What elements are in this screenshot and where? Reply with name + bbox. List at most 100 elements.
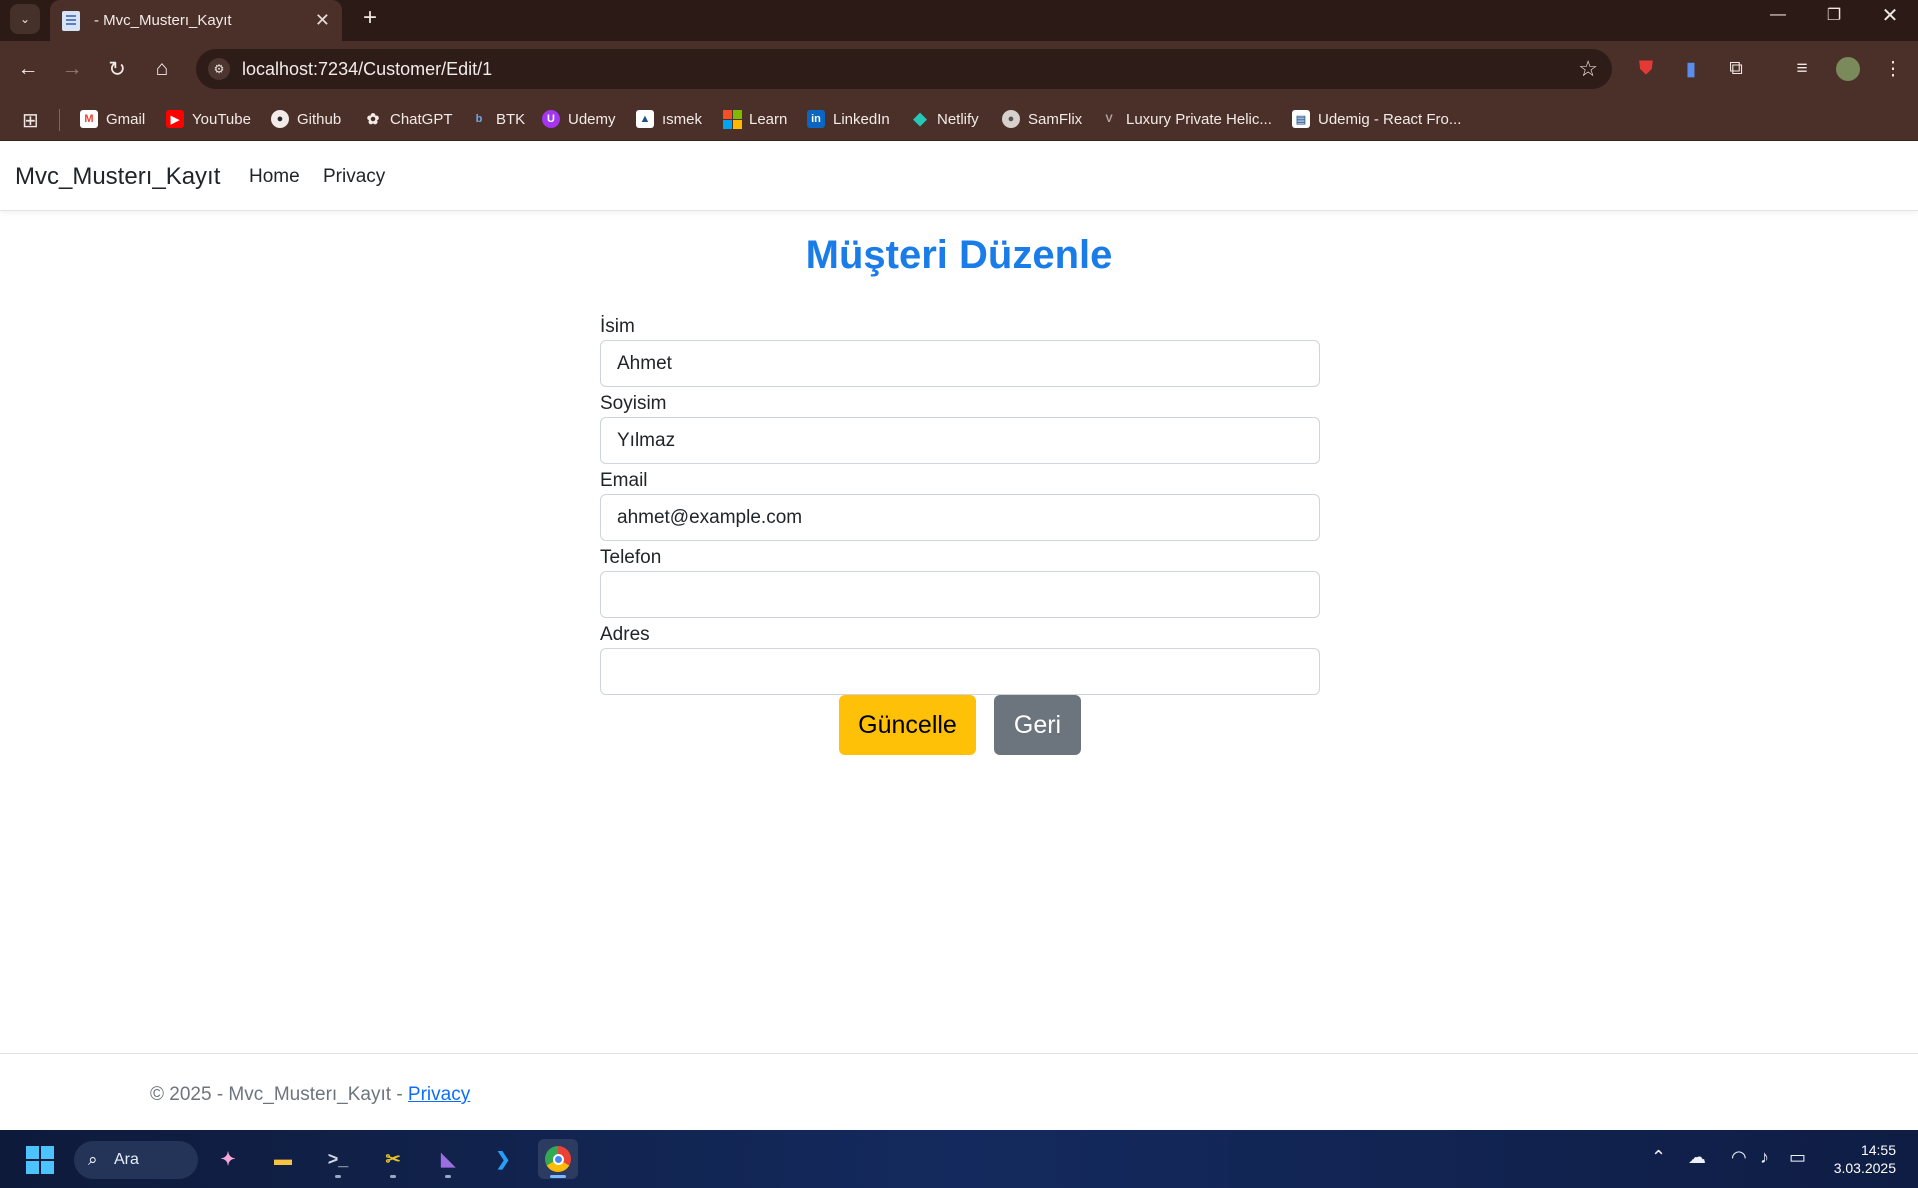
extensions-puzzle-icon[interactable]: ⧉ xyxy=(1721,54,1751,84)
bookmark-samflix[interactable]: ● SamFlix xyxy=(1002,97,1082,141)
bookmark-learn[interactable]: Learn xyxy=(722,97,788,141)
address-input[interactable] xyxy=(600,648,1320,695)
tab-title: - Mvc_Musterı_Kayıt xyxy=(94,12,232,29)
tab-search-chevron-icon[interactable]: ⌄ xyxy=(10,4,40,34)
volume-icon[interactable]: ♪ xyxy=(1760,1147,1769,1168)
visual-studio-icon[interactable]: ◣ xyxy=(428,1139,468,1179)
bookmark-label: Netlify xyxy=(937,110,979,128)
linkedin-icon: in xyxy=(807,110,825,128)
address-label: Adres xyxy=(600,624,650,645)
last-name-label: Soyisim xyxy=(600,393,667,414)
reload-icon[interactable]: ↻ xyxy=(101,53,133,85)
update-button[interactable]: Güncelle xyxy=(839,695,976,755)
ismek-icon: ▲ xyxy=(636,110,654,128)
bookmark-github[interactable]: ● Github xyxy=(271,97,341,141)
address-bar[interactable]: ⚙ localhost:7234/Customer/Edit/1 ☆ xyxy=(196,49,1612,89)
docs-extension-icon[interactable]: ▮ xyxy=(1676,54,1706,84)
minimize-window-icon[interactable]: — xyxy=(1750,0,1806,30)
browser-tabstrip: ⌄ - Mvc_Musterı_Kayıt ✕ + — ❐ ✕ xyxy=(0,0,1918,41)
search-icon: ⌕ xyxy=(88,1150,98,1169)
udemy-icon: U xyxy=(542,110,560,128)
new-tab-plus-icon[interactable]: + xyxy=(354,2,386,34)
bookmark-label: Udemy xyxy=(568,110,616,128)
site-info-icon[interactable]: ⚙ xyxy=(208,58,230,80)
first-name-label: İsim xyxy=(600,316,635,337)
phone-input[interactable] xyxy=(600,571,1320,618)
file-explorer-icon[interactable]: ▬ xyxy=(263,1139,303,1179)
bookmarks-bar: ⊞ M Gmail ▶ YouTube ● Github ✿ ChatGPT b… xyxy=(0,97,1918,141)
last-name-input[interactable] xyxy=(600,417,1320,464)
clock-date: 3.03.2025 xyxy=(1833,1160,1896,1176)
bookmark-label: Luxury Private Helic... xyxy=(1126,110,1272,128)
forward-arrow-icon[interactable]: → xyxy=(56,53,88,85)
github-icon: ● xyxy=(271,110,289,128)
tray-overflow-chevron-icon[interactable]: ⌃ xyxy=(1651,1147,1666,1168)
restore-window-icon[interactable]: ❐ xyxy=(1806,0,1862,30)
site-footer: © 2025 - Mvc_Musterı_Kayıt - Privacy xyxy=(0,1053,1918,1130)
bookmark-label: LinkedIn xyxy=(833,110,890,128)
bookmark-netlify[interactable]: ◆ Netlify xyxy=(911,97,979,141)
footer-copyright: © 2025 - Mvc_Musterı_Kayıt - xyxy=(150,1084,408,1105)
close-window-icon[interactable]: ✕ xyxy=(1862,0,1918,30)
windows-taskbar: ⌕ Ara ✦ ▬ >_ ✂ ◣ ❯ ⌃ ☁ ◠ ♪ ▭ 14:55 3.03.… xyxy=(0,1130,1918,1188)
bookmark-ismek[interactable]: ▲ ısmek xyxy=(636,97,702,141)
address-url[interactable]: localhost:7234/Customer/Edit/1 xyxy=(242,59,492,80)
apps-grid-icon[interactable]: ⊞ xyxy=(22,108,39,133)
nav-home-link[interactable]: Home xyxy=(249,166,300,188)
phone-label: Telefon xyxy=(600,547,662,568)
udemig-icon: ▤ xyxy=(1292,110,1310,128)
bookmark-luxury-helicopter[interactable]: V Luxury Private Helic... xyxy=(1100,97,1272,141)
page-favicon-icon xyxy=(62,10,80,31)
taskbar-search[interactable]: ⌕ Ara xyxy=(74,1141,198,1179)
copilot-icon[interactable]: ✦ xyxy=(208,1139,248,1179)
footer-privacy-link[interactable]: Privacy xyxy=(408,1084,470,1105)
site-brand[interactable]: Mvc_Musterı_Kayıt xyxy=(15,163,220,191)
microsoft-learn-icon xyxy=(722,110,742,129)
bookmark-label: Udemig - React Fro... xyxy=(1318,110,1462,128)
first-name-input[interactable] xyxy=(600,340,1320,387)
bookmarks-divider xyxy=(59,109,60,131)
adblock-extension-icon[interactable]: ⛊ xyxy=(1631,54,1661,84)
chatgpt-icon: ✿ xyxy=(366,111,380,128)
bookmark-udemig[interactable]: ▤ Udemig - React Fro... xyxy=(1292,97,1461,141)
bookmark-btk[interactable]: b BTK xyxy=(470,97,526,141)
back-button[interactable]: Geri xyxy=(994,695,1081,755)
media-control-icon[interactable]: ≡ xyxy=(1787,54,1817,84)
gmail-icon: M xyxy=(80,110,98,128)
bookmark-label: SamFlix xyxy=(1028,110,1083,128)
back-arrow-icon[interactable]: ← xyxy=(12,53,44,85)
tab-close-icon[interactable]: ✕ xyxy=(315,10,330,31)
bookmark-label: ısmek xyxy=(662,110,703,128)
bookmark-gmail[interactable]: M Gmail xyxy=(80,97,145,141)
bookmark-label: Github xyxy=(297,110,342,128)
terminal-icon[interactable]: >_ xyxy=(318,1139,358,1179)
site-navbar: Mvc_Musterı_Kayıt Home Privacy xyxy=(0,141,1918,211)
taskbar-clock[interactable]: 14:55 3.03.2025 xyxy=(1834,1141,1896,1177)
bookmark-udemy[interactable]: U Udemy xyxy=(542,97,616,141)
email-input[interactable] xyxy=(600,494,1320,541)
bookmark-label: Learn xyxy=(749,110,788,128)
browser-menu-icon[interactable]: ⋮ xyxy=(1878,54,1908,84)
onedrive-icon[interactable]: ☁ xyxy=(1688,1147,1706,1168)
windows-start-icon[interactable] xyxy=(26,1146,54,1174)
vscode-icon[interactable]: ❯ xyxy=(483,1139,523,1179)
nav-privacy-link[interactable]: Privacy xyxy=(323,166,385,188)
bookmark-label: Gmail xyxy=(106,110,146,128)
bookmark-youtube[interactable]: ▶ YouTube xyxy=(166,97,251,141)
footer-text: © 2025 - Mvc_Musterı_Kayıt - Privacy xyxy=(150,1084,470,1106)
bookmark-linkedin[interactable]: in LinkedIn xyxy=(807,97,890,141)
profile-avatar[interactable] xyxy=(1833,54,1863,84)
wifi-icon[interactable]: ◠ xyxy=(1731,1147,1747,1168)
youtube-icon: ▶ xyxy=(166,110,184,128)
browser-tab-active[interactable]: - Mvc_Musterı_Kayıt ✕ xyxy=(50,0,342,41)
home-icon[interactable]: ⌂ xyxy=(146,53,178,85)
bookmark-chatgpt[interactable]: ✿ ChatGPT xyxy=(364,97,453,141)
email-label: Email xyxy=(600,470,648,491)
bookmark-star-icon[interactable]: ☆ xyxy=(1578,56,1598,82)
battery-icon[interactable]: ▭ xyxy=(1789,1147,1806,1168)
helicopter-icon: V xyxy=(1105,113,1113,125)
snipping-tool-icon[interactable]: ✂ xyxy=(373,1139,413,1179)
chrome-icon[interactable] xyxy=(538,1139,578,1179)
netlify-icon: ◆ xyxy=(913,109,927,128)
page-title: Müşteri Düzenle xyxy=(805,233,1113,277)
